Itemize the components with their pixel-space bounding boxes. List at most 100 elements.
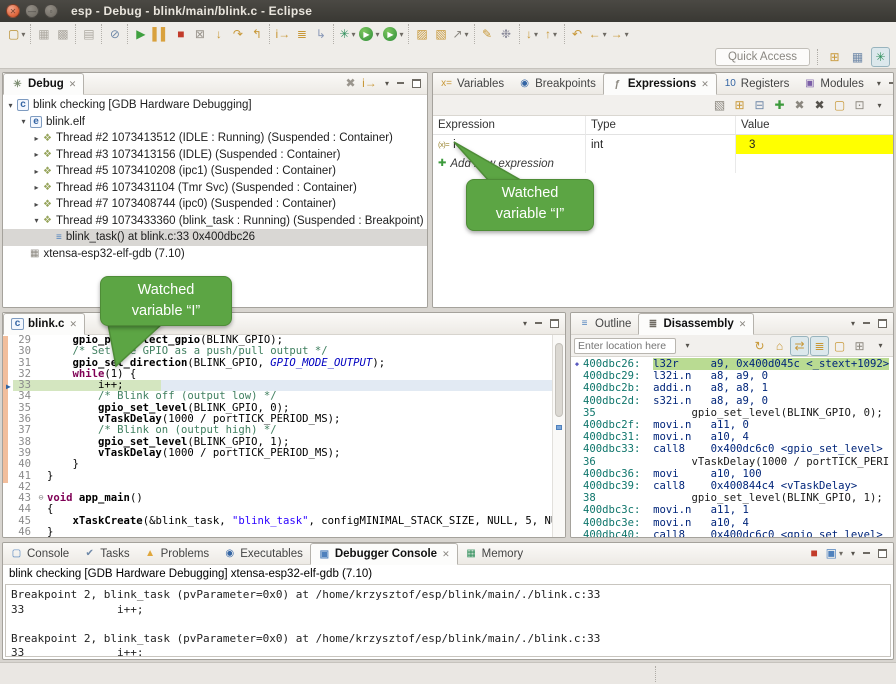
debug-tree-item[interactable]: ▸❖Thread #5 1073410208 (ipc1) (Suspended… (3, 163, 427, 180)
disassembly-listing[interactable]: ◆400dbc26: l32r a9, 0x400d045c <_stext+1… (571, 357, 893, 537)
code-line[interactable]: 41} (3, 471, 565, 482)
show-logical-structure-button[interactable]: ⊞ (730, 95, 749, 115)
debug-tree-item[interactable]: ≡blink_task() at blink.c:33 0x400dbc26 (3, 229, 427, 246)
disassembly-source-row[interactable]: 38 gpio_set_level(BLINK_GPIO, 1); (571, 492, 893, 504)
remove-expression-button[interactable]: ✖ (790, 95, 809, 115)
disassembly-view-menu-button[interactable]: ▾ (871, 336, 890, 356)
expression-value-cell[interactable]: 3 (736, 135, 893, 154)
last-edit-location-button[interactable]: ↶ (568, 24, 587, 44)
code-line[interactable]: 46} (3, 527, 565, 537)
disassembly-row[interactable]: 400dbc2d: s32i.n a8, a9, 0 (571, 395, 893, 407)
new-button[interactable]: ▢ (6, 24, 27, 44)
expression-type-cell[interactable]: int (586, 135, 736, 154)
minimize-icon[interactable] (888, 79, 894, 88)
collapsed-arrow-icon[interactable]: ▸ (31, 150, 42, 159)
tab-close-icon[interactable]: ✕ (701, 79, 709, 90)
view-mode-button[interactable]: ≣ (292, 24, 311, 44)
tab-close-icon[interactable]: ✕ (69, 319, 77, 330)
expanded-arrow-icon[interactable]: ▾ (31, 216, 42, 225)
collapsed-arrow-icon[interactable]: ▸ (31, 200, 42, 209)
instruction-stepping-button[interactable]: i→ (360, 73, 379, 93)
maximize-icon[interactable] (878, 319, 887, 328)
step-return-button[interactable]: ↰ (247, 24, 266, 44)
minimize-icon[interactable] (534, 319, 543, 328)
open-perspective-button[interactable]: ⊞ (825, 47, 844, 67)
debug-tree-item[interactable]: ▾❖Thread #9 1073433360 (blink_task : Run… (3, 213, 427, 230)
window-minimize-button[interactable]: — (25, 4, 39, 18)
code-editor[interactable]: ▶ 29 gpio_pad_select_gpio(BLINK_GPIO);30… (3, 335, 565, 537)
display-selected-console-button[interactable]: ▣ (824, 543, 845, 563)
resume-button[interactable]: ▶ (131, 24, 150, 44)
collapsed-arrow-icon[interactable]: ▸ (31, 167, 42, 176)
home-button[interactable]: ⌂ (770, 336, 789, 356)
maximize-icon[interactable] (878, 549, 887, 558)
disassembly-row[interactable]: 400dbc33: call8 0x400dc6c0 <gpio_set_lev… (571, 443, 893, 455)
quick-access-button[interactable]: Quick Access (715, 48, 810, 66)
cpp-perspective-button[interactable]: ▦ (848, 47, 867, 67)
view-menu-icon[interactable]: ▾ (385, 79, 389, 88)
disassembly-row[interactable]: 400dbc2f: movi.n a11, 0 (571, 419, 893, 431)
console-output[interactable]: Breakpoint 2, blink_task (pvParameter=0x… (5, 584, 891, 657)
code-line[interactable]: 45 xTaskCreate(&blink_task, "blink_task"… (3, 516, 565, 527)
remove-all-expressions-button[interactable]: ✖ (810, 95, 829, 115)
tab-modules[interactable]: ▣Modules (796, 73, 870, 94)
column-header-expression[interactable]: Expression (433, 116, 586, 135)
skip-all-breakpoints-button[interactable]: ⊘ (105, 24, 124, 44)
view-menu-icon[interactable]: ▾ (851, 319, 855, 328)
save-all-button[interactable]: ▩ (53, 24, 72, 44)
open-type-button[interactable]: ▨ (412, 24, 431, 44)
disassembly-row[interactable]: 400dbc29: l32i.n a8, a9, 0 (571, 370, 893, 382)
window-maximize-button[interactable]: ▫ (44, 4, 58, 18)
disconnect-button[interactable]: ⊠ (190, 24, 209, 44)
debug-tree-item[interactable]: ▸❖Thread #2 1073413512 (IDLE : Running) … (3, 130, 427, 147)
open-resource-button[interactable]: ▧ (431, 24, 450, 44)
expressions-view-menu-button[interactable]: ▾ (870, 95, 889, 115)
next-annotation-button[interactable]: ↓ (523, 24, 542, 44)
location-dropdown-button[interactable]: ▾ (678, 336, 697, 356)
sync-selection-button[interactable]: ⇄ (790, 336, 809, 356)
expanded-arrow-icon[interactable]: ▾ (5, 101, 16, 110)
code-line[interactable]: 40 } (3, 459, 565, 470)
debug-button[interactable]: ✳ (337, 24, 357, 44)
tab-close-icon[interactable]: ✕ (442, 549, 450, 560)
disassembly-row[interactable]: 400dbc3e: movi.n a10, 4 (571, 517, 893, 529)
step-into-button[interactable]: ↓ (209, 24, 228, 44)
tab-debugger-console[interactable]: ▣Debugger Console✕ (310, 543, 458, 565)
tab-registers[interactable]: 10Registers (717, 73, 797, 94)
tab-breakpoints[interactable]: ◉Breakpoints (511, 73, 603, 94)
debug-tree-item[interactable]: ▦xtensa-esp32-elf-gdb (7.10) (3, 246, 427, 263)
overview-breakpoint-mark[interactable] (556, 425, 562, 430)
debug-tree-item[interactable]: ▾cblink checking [GDB Hardware Debugging… (3, 97, 427, 114)
disassembly-row[interactable]: 400dbc39: call8 0x400844c4 <vTaskDelay> (571, 480, 893, 492)
tab-variables[interactable]: x=Variables (433, 73, 511, 94)
forward-button[interactable]: → (609, 24, 631, 44)
tab-console[interactable]: ▢Console (3, 543, 76, 564)
collapse-all-button[interactable]: ⊟ (750, 95, 769, 115)
tab-blink-c[interactable]: cblink.c✕ (3, 313, 85, 335)
minimize-icon[interactable] (862, 319, 871, 328)
disassembly-row[interactable]: 400dbc40: call8 0x400dc6c0 <gpio_set_lev… (571, 529, 893, 537)
show-type-names-button[interactable]: ▧ (710, 95, 729, 115)
maximize-icon[interactable] (412, 79, 421, 88)
new-view-button[interactable]: ▢ (830, 336, 849, 356)
terminate-button[interactable]: ■ (805, 543, 824, 563)
editor-scrollbar-thumb[interactable] (555, 343, 563, 417)
new-view-button[interactable]: ▢ (830, 95, 849, 115)
fold-marker-icon[interactable]: ⊖ (35, 493, 47, 504)
debug-tree-item[interactable]: ▸❖Thread #3 1073413156 (IDLE) (Suspended… (3, 147, 427, 164)
debug-tree-item[interactable]: ▾eblink.elf (3, 114, 427, 131)
suspend-button[interactable]: ▌▌ (150, 24, 171, 44)
instruction-stepping-button[interactable]: i→ (273, 24, 292, 44)
disassembly-row[interactable]: 400dbc2b: addi.n a8, a8, 1 (571, 382, 893, 394)
breakpoint-instruction-pointer-icon[interactable]: ▶ (6, 381, 11, 392)
debug-tree-item[interactable]: ▸❖Thread #7 1073408744 (ipc0) (Suspended… (3, 196, 427, 213)
code-line[interactable]: 39 vTaskDelay(1000 / portTICK_PERIOD_MS)… (3, 448, 565, 459)
maximize-icon[interactable] (550, 319, 559, 328)
previous-annotation-button[interactable]: ↑ (542, 24, 561, 44)
tab-problems[interactable]: ▲Problems (137, 543, 217, 564)
tab-close-icon[interactable]: ✕ (69, 79, 77, 90)
tab-memory[interactable]: ▦Memory (458, 543, 531, 564)
tab-outline[interactable]: ≡Outline (571, 313, 638, 334)
minimize-icon[interactable] (396, 79, 405, 88)
disassembly-row[interactable]: 400dbc3c: movi.n a11, 1 (571, 504, 893, 516)
